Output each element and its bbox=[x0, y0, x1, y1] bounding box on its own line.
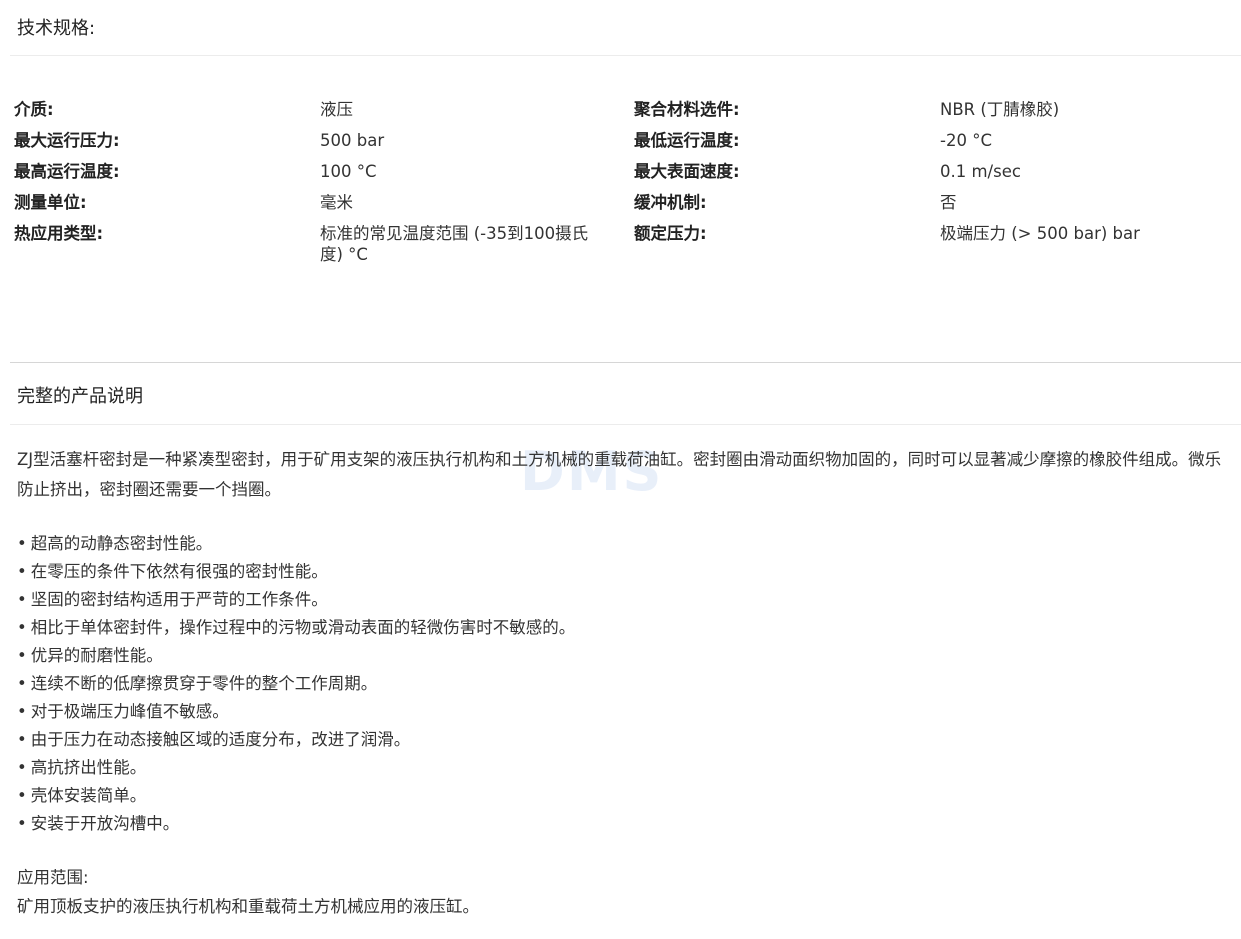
divider bbox=[10, 362, 1241, 363]
spec-value: -20 °C bbox=[940, 131, 992, 150]
spec-row: 热应用类型: 标准的常见温度范围 (-35到100摄氏度) °C 额定压力: 极… bbox=[14, 223, 1224, 265]
list-item: 在零压的条件下依然有很强的密封性能。 bbox=[17, 558, 575, 586]
spec-label: 测量单位: bbox=[14, 193, 87, 212]
spec-label: 热应用类型: bbox=[14, 224, 104, 243]
spec-label: 介质: bbox=[14, 100, 54, 119]
spec-value: 极端压力 (> 500 bar) bar bbox=[940, 224, 1140, 243]
feature-list: 超高的动静态密封性能。 在零压的条件下依然有很强的密封性能。 坚固的密封结构适用… bbox=[17, 530, 576, 838]
spec-row: 介质: 液压 聚合材料选件: NBR (丁腈橡胶) bbox=[14, 99, 1224, 120]
spec-row: 测量单位: 毫米 缓冲机制: 否 bbox=[14, 192, 1224, 213]
spec-label: 聚合材料选件: bbox=[634, 100, 740, 119]
list-item: 壳体安装简单。 bbox=[17, 782, 575, 810]
spec-label: 最高运行温度: bbox=[14, 162, 120, 181]
application-label: 应用范围: bbox=[17, 868, 89, 887]
spec-label: 缓冲机制: bbox=[634, 193, 707, 212]
list-item: 由于压力在动态接触区域的适度分布，改进了润滑。 bbox=[17, 726, 575, 754]
list-item: 坚固的密封结构适用于严苛的工作条件。 bbox=[17, 586, 575, 614]
list-item: 连续不断的低摩擦贯穿于零件的整个工作周期。 bbox=[17, 670, 575, 698]
list-item: 安装于开放沟槽中。 bbox=[17, 810, 575, 838]
spec-value: 毫米 bbox=[320, 193, 353, 212]
spec-value: 100 °C bbox=[320, 162, 377, 181]
description-paragraph: ZJ型活塞杆密封是一种紧凑型密封，用于矿用支架的液压执行机构和土方机械的重载荷油… bbox=[17, 450, 1222, 499]
divider bbox=[10, 55, 1241, 56]
application-text: 矿用顶板支护的液压执行机构和重载荷土方机械应用的液压缸。 bbox=[17, 897, 479, 916]
spec-label: 最大表面速度: bbox=[634, 162, 740, 181]
list-item: 超高的动静态密封性能。 bbox=[17, 530, 575, 558]
spec-value: 否 bbox=[940, 193, 957, 212]
product-spec-page: 技术规格: 介质: 液压 聚合材料选件: NBR (丁腈橡胶) 最大运行压力: … bbox=[0, 0, 1241, 939]
spec-table: 介质: 液压 聚合材料选件: NBR (丁腈橡胶) 最大运行压力: 500 ba… bbox=[14, 99, 1224, 275]
full-description-heading: 完整的产品说明 bbox=[17, 386, 143, 407]
divider bbox=[10, 424, 1241, 425]
list-item: 高抗挤出性能。 bbox=[17, 754, 575, 782]
spec-value: 标准的常见温度范围 (-35到100摄氏度) °C bbox=[320, 224, 589, 264]
spec-value: 液压 bbox=[320, 100, 353, 119]
spec-value: NBR (丁腈橡胶) bbox=[940, 100, 1060, 119]
list-item: 相比于单体密封件，操作过程中的污物或滑动表面的轻微伤害时不敏感的。 bbox=[17, 614, 576, 642]
spec-value: 500 bar bbox=[320, 131, 385, 150]
spec-label: 额定压力: bbox=[634, 224, 707, 243]
spec-label: 最大运行压力: bbox=[14, 131, 120, 150]
list-item: 优异的耐磨性能。 bbox=[17, 642, 575, 670]
spec-row: 最大运行压力: 500 bar 最低运行温度: -20 °C bbox=[14, 130, 1224, 151]
spec-row: 最高运行温度: 100 °C 最大表面速度: 0.1 m/sec bbox=[14, 161, 1224, 182]
spec-value: 0.1 m/sec bbox=[940, 162, 1021, 181]
spec-label: 最低运行温度: bbox=[634, 131, 740, 150]
list-item: 对于极端压力峰值不敏感。 bbox=[17, 698, 575, 726]
tech-specs-heading: 技术规格: bbox=[17, 18, 96, 39]
